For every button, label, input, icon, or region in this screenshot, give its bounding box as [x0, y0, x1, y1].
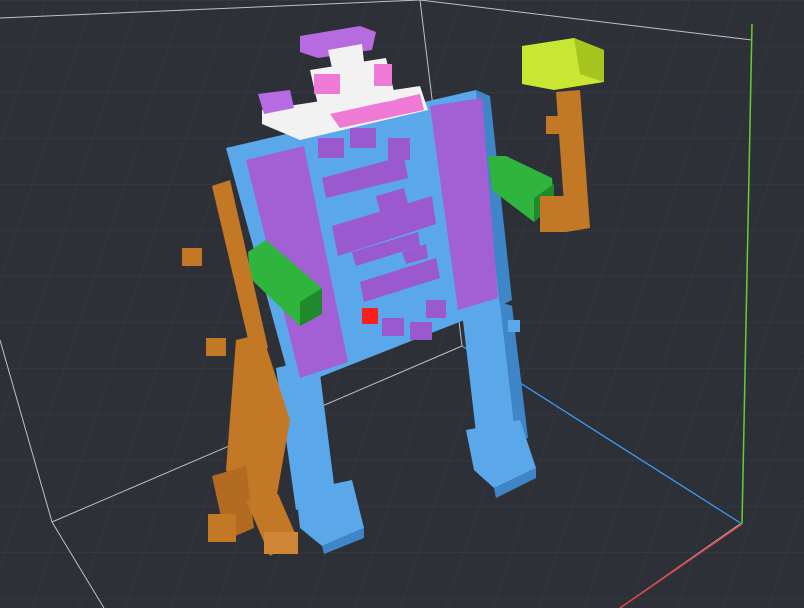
red-indicator-light [362, 308, 378, 324]
3d-viewport[interactable] [0, 0, 804, 608]
viewport-canvas[interactable] [0, 0, 804, 608]
